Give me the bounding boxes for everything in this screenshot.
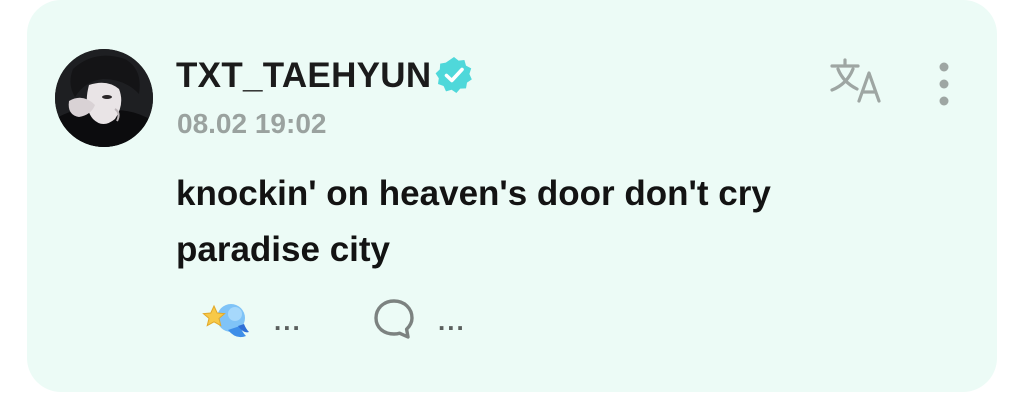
post-card: TXT_TAEHYUN 08.02 19:02 knockin' on heav… (27, 0, 997, 392)
comment-button[interactable]: ... (372, 297, 466, 341)
post-timestamp: 08.02 19:02 (177, 108, 327, 139)
username[interactable]: TXT_TAEHYUN (176, 58, 431, 93)
verified-badge-icon (434, 55, 474, 95)
reaction-button[interactable]: ... (202, 296, 372, 342)
post-actions: ... ... (202, 294, 466, 344)
translate-icon[interactable] (829, 56, 887, 106)
post-body: knockin' on heaven's door don't cry para… (176, 174, 771, 269)
reaction-count: ... (274, 306, 302, 336)
comment-bubble-icon (372, 297, 416, 341)
more-options-icon[interactable] (933, 60, 955, 108)
author-row: TXT_TAEHYUN (176, 52, 474, 98)
star-reaction-icon (202, 296, 252, 342)
avatar[interactable] (55, 49, 153, 147)
comment-count: ... (438, 306, 466, 336)
